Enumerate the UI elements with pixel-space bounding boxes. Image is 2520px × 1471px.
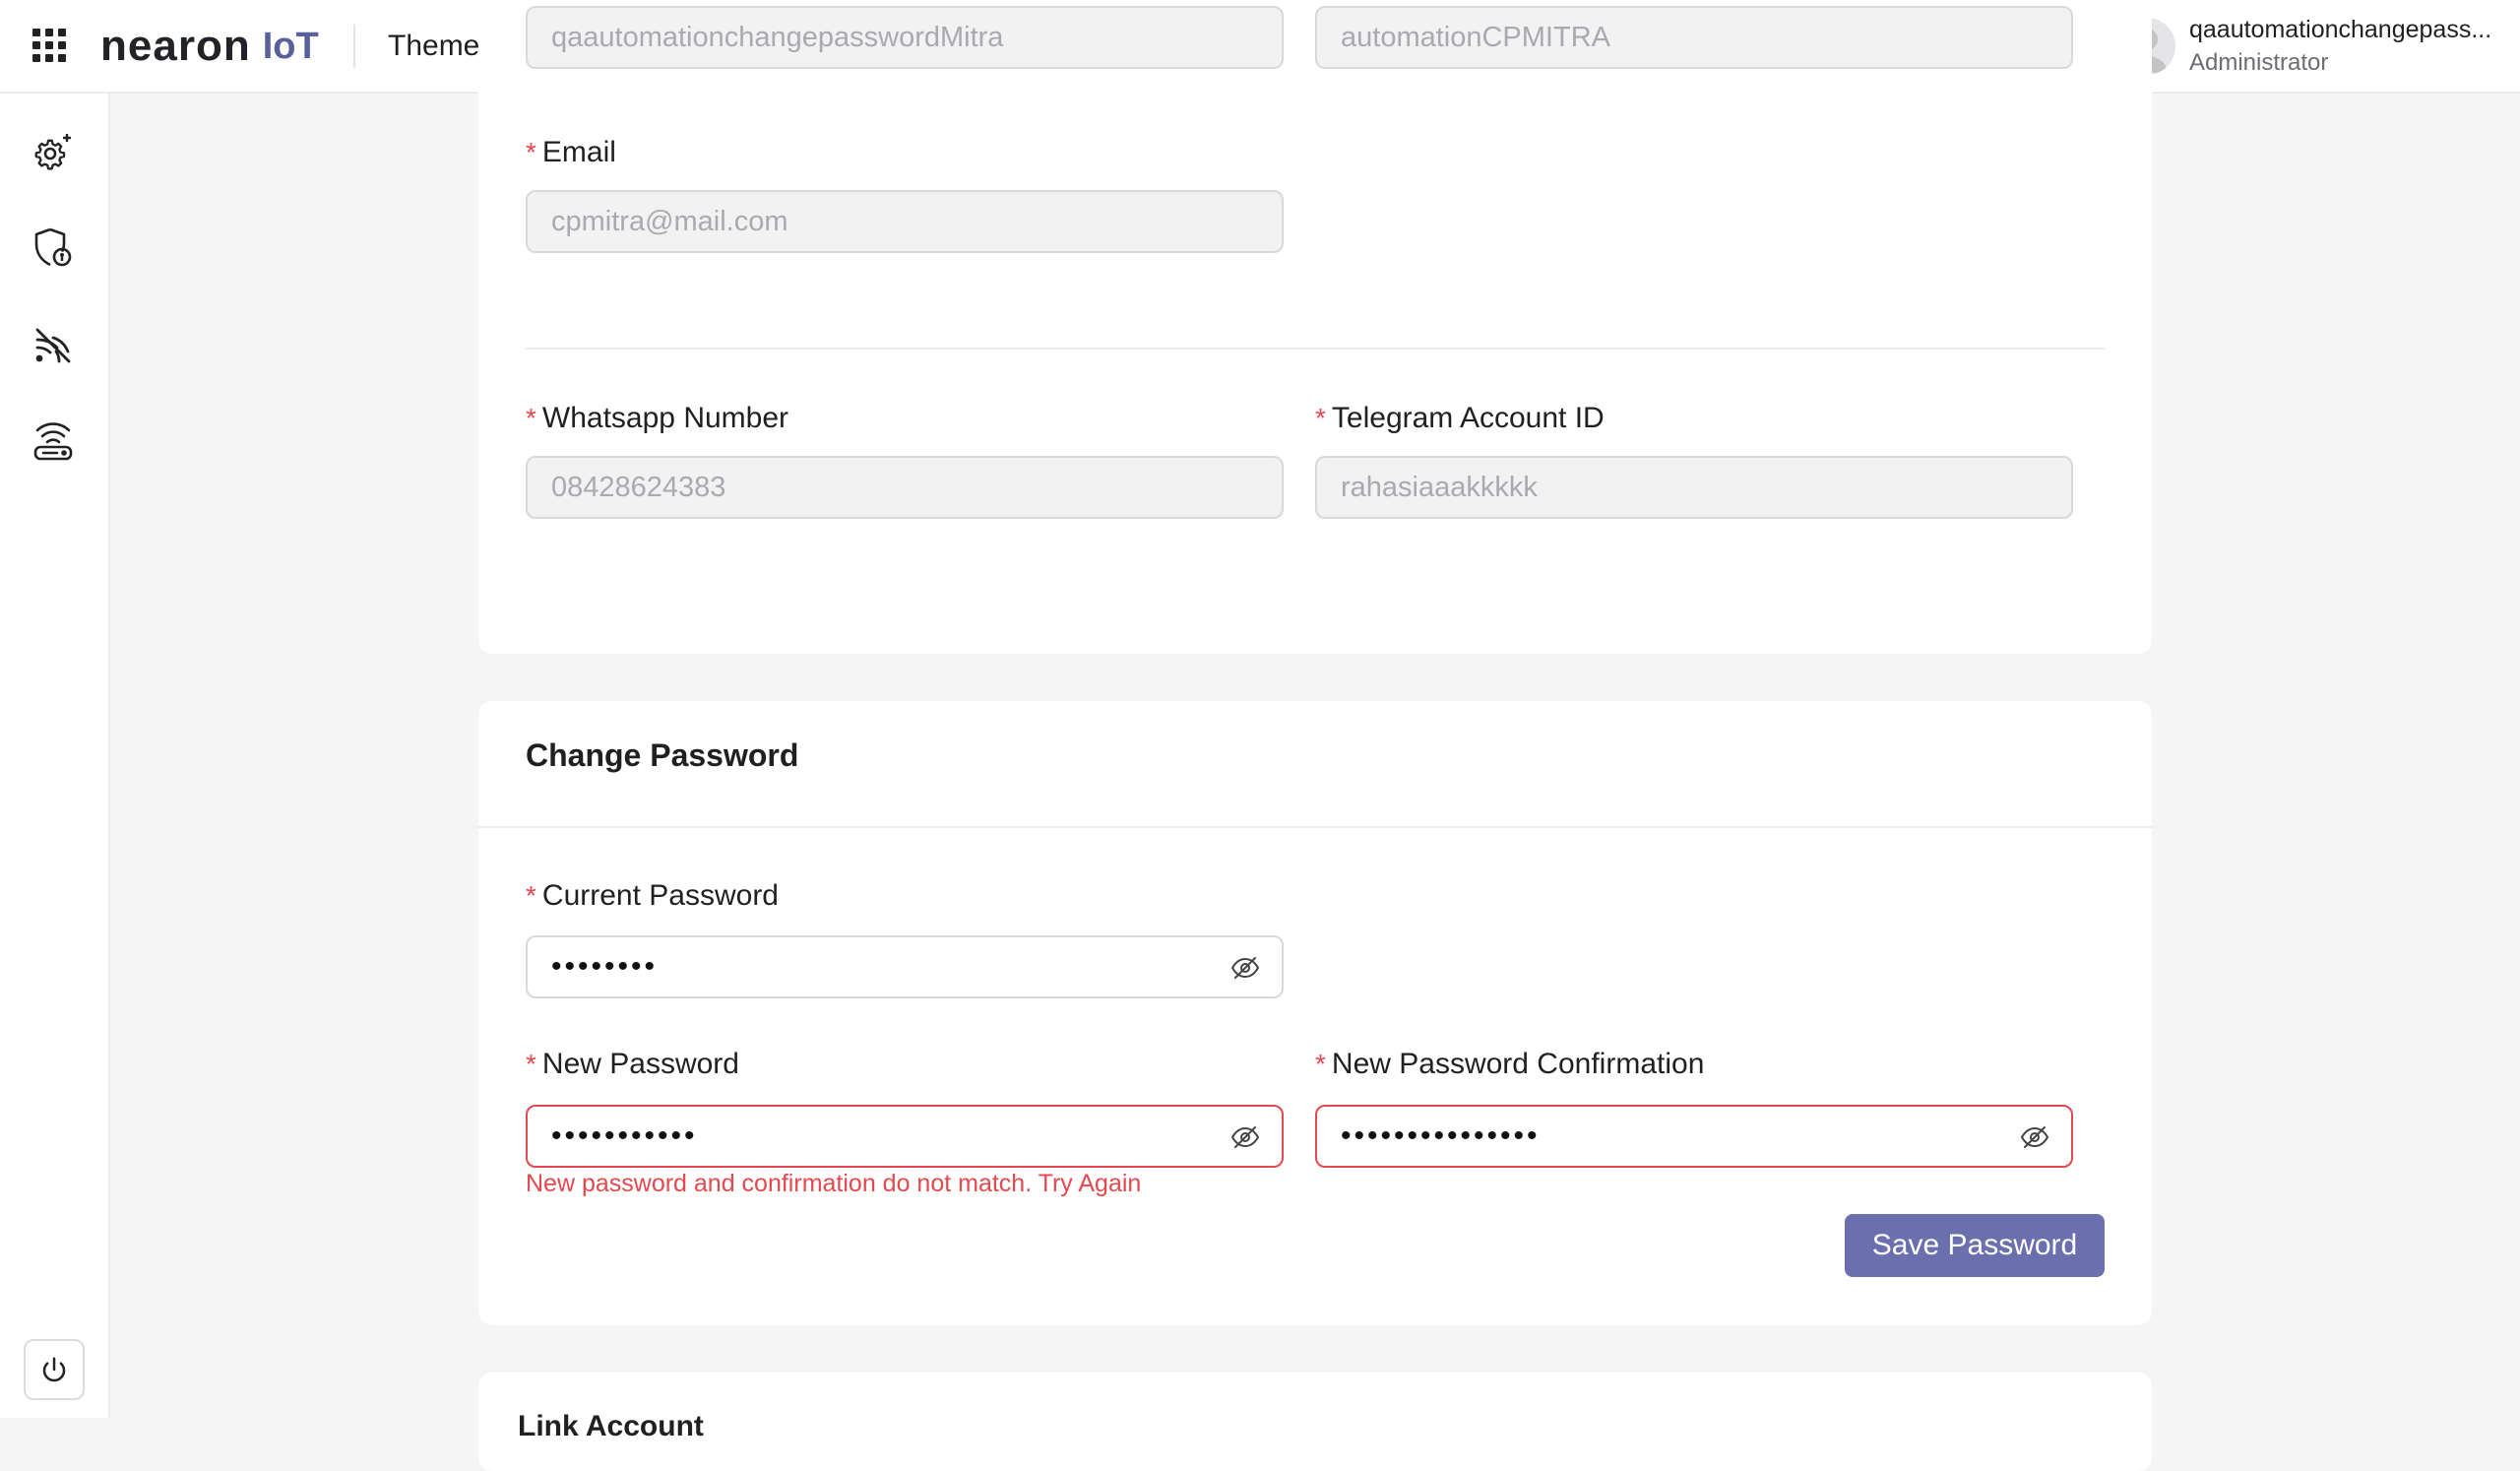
change-password-card: Change Password * Current Password ••••••… xyxy=(478,701,2152,1325)
router-wifi-icon[interactable] xyxy=(32,420,75,464)
settings-sparkle-icon[interactable] xyxy=(32,130,75,173)
card-header-divider xyxy=(478,826,2152,828)
eye-slash-icon[interactable] xyxy=(2020,1124,2049,1150)
user-role: Administrator xyxy=(2189,49,2329,76)
username-field: qaautomationchangepasswordMitra xyxy=(526,6,1284,69)
sidebar xyxy=(0,94,110,1418)
user-name[interactable]: qaautomationchangepass... xyxy=(2189,16,2504,44)
whatsapp-field: 08428624383 xyxy=(526,456,1284,519)
name-field: automationCPMITRA xyxy=(1315,6,2073,69)
apps-grid-icon[interactable] xyxy=(32,29,66,62)
change-password-title: Change Password xyxy=(526,737,799,773)
app-logo[interactable]: nearon IoT xyxy=(100,19,319,74)
new-password-value: ••••••••••• xyxy=(551,1119,698,1152)
save-password-button[interactable]: Save Password xyxy=(1845,1214,2105,1277)
profile-card: qaautomationchangepasswordMitra automati… xyxy=(478,0,2152,654)
logout-button[interactable] xyxy=(24,1339,85,1400)
section-divider xyxy=(526,348,2105,350)
eye-slash-icon[interactable] xyxy=(1230,955,1260,981)
current-password-value: •••••••• xyxy=(551,950,659,983)
confirm-password-label: * New Password Confirmation xyxy=(1315,1048,1705,1080)
password-mismatch-error: New password and confirmation do not mat… xyxy=(526,1170,1142,1197)
current-password-label: * Current Password xyxy=(526,879,779,912)
current-password-input[interactable]: •••••••• xyxy=(526,935,1284,998)
new-password-label: * New Password xyxy=(526,1048,739,1080)
whatsapp-label: * Whatsapp Number xyxy=(526,402,789,434)
eye-slash-icon[interactable] xyxy=(1230,1124,1260,1150)
link-account-card: Link Account xyxy=(478,1373,2152,1471)
link-account-title: Link Account xyxy=(518,1410,704,1442)
logo-text: nearon xyxy=(100,22,251,70)
email-field: cpmitra@mail.com xyxy=(526,190,1284,253)
email-label: * Email xyxy=(526,136,616,168)
theme-label: Theme xyxy=(388,30,480,62)
telegram-field: rahasiaaakkkkk xyxy=(1315,456,2073,519)
divider xyxy=(353,25,355,68)
telegram-label: * Telegram Account ID xyxy=(1315,402,1605,434)
confirm-password-input[interactable]: ••••••••••••••• xyxy=(1315,1105,2073,1168)
confirm-password-value: ••••••••••••••• xyxy=(1341,1119,1541,1152)
logo-suffix: IoT xyxy=(262,25,319,67)
shield-lock-icon[interactable] xyxy=(32,225,75,269)
signal-slash-icon[interactable] xyxy=(32,324,75,367)
new-password-input[interactable]: ••••••••••• xyxy=(526,1105,1284,1168)
power-icon xyxy=(42,1357,66,1382)
